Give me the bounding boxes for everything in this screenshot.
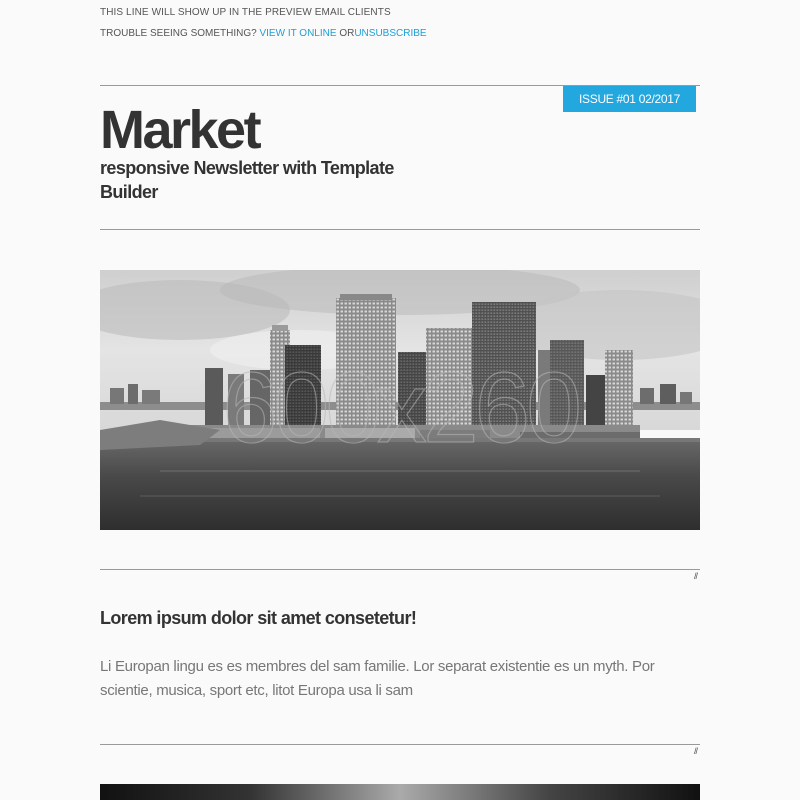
city-skyline-image: 600x260	[100, 270, 700, 530]
article-title: Lorem ipsum dolor sit amet consetetur!	[100, 608, 417, 628]
header-bottom-divider	[100, 229, 700, 230]
article-body: Li Europan lingu es es membres del sam f…	[100, 658, 655, 699]
unsubscribe-link[interactable]: UNSUBSCRIBE	[354, 28, 426, 39]
section-divider-1	[100, 569, 700, 570]
trouble-prefix: TROUBLE SEEING SOMETHING?	[100, 28, 257, 39]
view-online-link[interactable]: VIEW IT ONLINE	[259, 28, 336, 39]
next-section-image[interactable]	[100, 784, 700, 800]
issue-badge: ISSUE #01 02/2017	[563, 86, 696, 112]
divider-mark-1: //	[694, 571, 698, 581]
brand-subtitle: responsive Newsletter with Template Buil…	[100, 158, 394, 202]
divider-mark-2: //	[694, 746, 698, 756]
hero-image[interactable]: 600x260	[100, 270, 700, 530]
trouble-line: TROUBLE SEEING SOMETHING? VIEW IT ONLINE…	[100, 28, 427, 39]
preheader-text: THIS LINE WILL SHOW UP IN THE PREVIEW EM…	[100, 7, 391, 18]
trouble-or: OR	[339, 28, 355, 39]
newsletter-page: THIS LINE WILL SHOW UP IN THE PREVIEW EM…	[0, 0, 800, 800]
brand-title: Market	[100, 100, 262, 160]
section-divider-2	[100, 744, 700, 745]
hero-placeholder-text: 600x260	[222, 352, 578, 464]
